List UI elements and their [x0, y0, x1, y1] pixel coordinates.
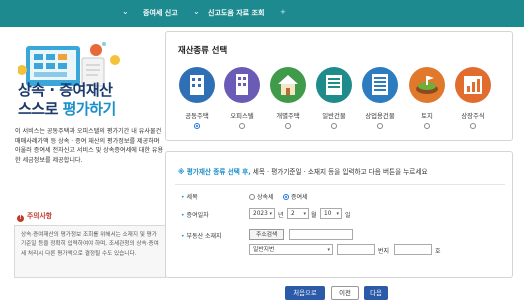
lot-type-select[interactable]: 일반지번 ▾ [249, 244, 333, 255]
notice-heading: ! 주의사항 [17, 210, 52, 222]
address-label: • 부동산 소재지 [181, 233, 222, 240]
chevron-down-icon: ▾ [303, 211, 306, 217]
asset-option[interactable]: 토지 [405, 67, 449, 133]
form-instruction: ※ 평가재산 종류 선택 후, 세목 · 평가기준일 · 소재지 등을 입력하고… [178, 168, 428, 176]
asset-radio-button[interactable] [239, 123, 245, 129]
asset-option[interactable]: 상업용건물 [358, 67, 402, 133]
page-title-line2: 스스로 평가하기 [18, 100, 116, 118]
year-select[interactable]: 2023 ▾ [249, 208, 275, 219]
year-unit: 년 [278, 212, 284, 219]
asset-radio-button[interactable] [424, 123, 430, 129]
asset-radio-button[interactable] [285, 123, 291, 129]
asset-option[interactable]: 오피스텔 [220, 67, 264, 133]
form-fields: • 세목 상속세 증여세 • 증여일자 2023 ▾ 년 2 ▾ 월 10 ▾ 일 • 부동… [175, 184, 505, 270]
asset-type-heading: 재산종류 선택 [178, 45, 228, 55]
breadcrumb-data-lookup[interactable]: 신고도움 자료 조회 [208, 8, 264, 18]
page-title-line1: 상속 · 증여재산 [18, 81, 113, 99]
lot-number-input[interactable] [337, 244, 375, 255]
asset-option[interactable]: 개별주택 [266, 67, 310, 133]
asset-option-label: 상장주식 [461, 112, 485, 120]
office-building-icon[interactable] [224, 67, 260, 103]
day-select[interactable]: 10 ▾ [320, 208, 342, 219]
tax-type-label: • 세목 [181, 194, 198, 201]
apartment-icon[interactable] [179, 67, 215, 103]
service-intro-text: 이 서비스는 공동주택과 오피스텔의 평가기간 내 유사물건 매매사례가액 등 … [15, 128, 164, 164]
ho-number-input[interactable] [394, 244, 432, 255]
asset-radio-button[interactable] [331, 123, 337, 129]
asset-option[interactable]: 상장주식 [451, 67, 495, 133]
commercial-building-icon[interactable] [362, 67, 398, 103]
next-button[interactable]: 다음 [364, 286, 388, 300]
info-icon: ! [17, 215, 24, 222]
day-unit: 일 [345, 212, 351, 219]
radio-button-selected [283, 194, 289, 200]
month-select[interactable]: 2 ▾ [287, 208, 309, 219]
asset-radio-button[interactable] [377, 123, 383, 129]
chevron-down-icon: ▾ [269, 211, 272, 217]
building-icon[interactable] [316, 67, 352, 103]
ho-label: 호 [435, 248, 441, 255]
asset-option[interactable]: 공동주택 [175, 67, 219, 133]
house-icon[interactable] [270, 67, 306, 103]
breadcrumb-gift-tax-report[interactable]: 증여세 신고 [143, 8, 178, 18]
bunji-label: 번지 [378, 248, 390, 255]
gift-date-label: • 증여일자 [181, 212, 209, 219]
radio-gift-tax[interactable]: 증여세 [283, 192, 308, 201]
top-navigation-bar: ⌄ 증여세 신고 ⌄ 신고도움 자료 조회 + [0, 0, 524, 27]
asset-radio-button[interactable] [194, 123, 200, 129]
notice-box: 상속·증여재산의 평가정보 조회를 위해서는 소재지 및 평가기준일 등을 정확… [14, 225, 166, 278]
chevron-down-icon[interactable]: ⌄ [122, 7, 129, 16]
radio-button [249, 194, 255, 200]
plus-icon[interactable]: + [280, 8, 286, 16]
address-input[interactable] [289, 229, 353, 240]
stock-chart-icon[interactable] [455, 67, 491, 103]
chevron-down-icon: ▾ [327, 247, 330, 253]
address-search-button[interactable]: 주소검색 [249, 229, 285, 240]
chevron-down-icon[interactable]: ⌄ [193, 7, 200, 16]
land-icon[interactable] [409, 67, 445, 103]
radio-inheritance-tax[interactable]: 상속세 [249, 192, 274, 201]
reset-button[interactable]: 처음으로 [285, 286, 325, 300]
asset-radio-button[interactable] [470, 123, 476, 129]
prev-button[interactable]: 이전 [331, 286, 359, 300]
month-unit: 월 [311, 212, 317, 219]
chevron-down-icon: ▾ [336, 211, 339, 217]
asset-option[interactable]: 일반건물 [312, 67, 356, 133]
